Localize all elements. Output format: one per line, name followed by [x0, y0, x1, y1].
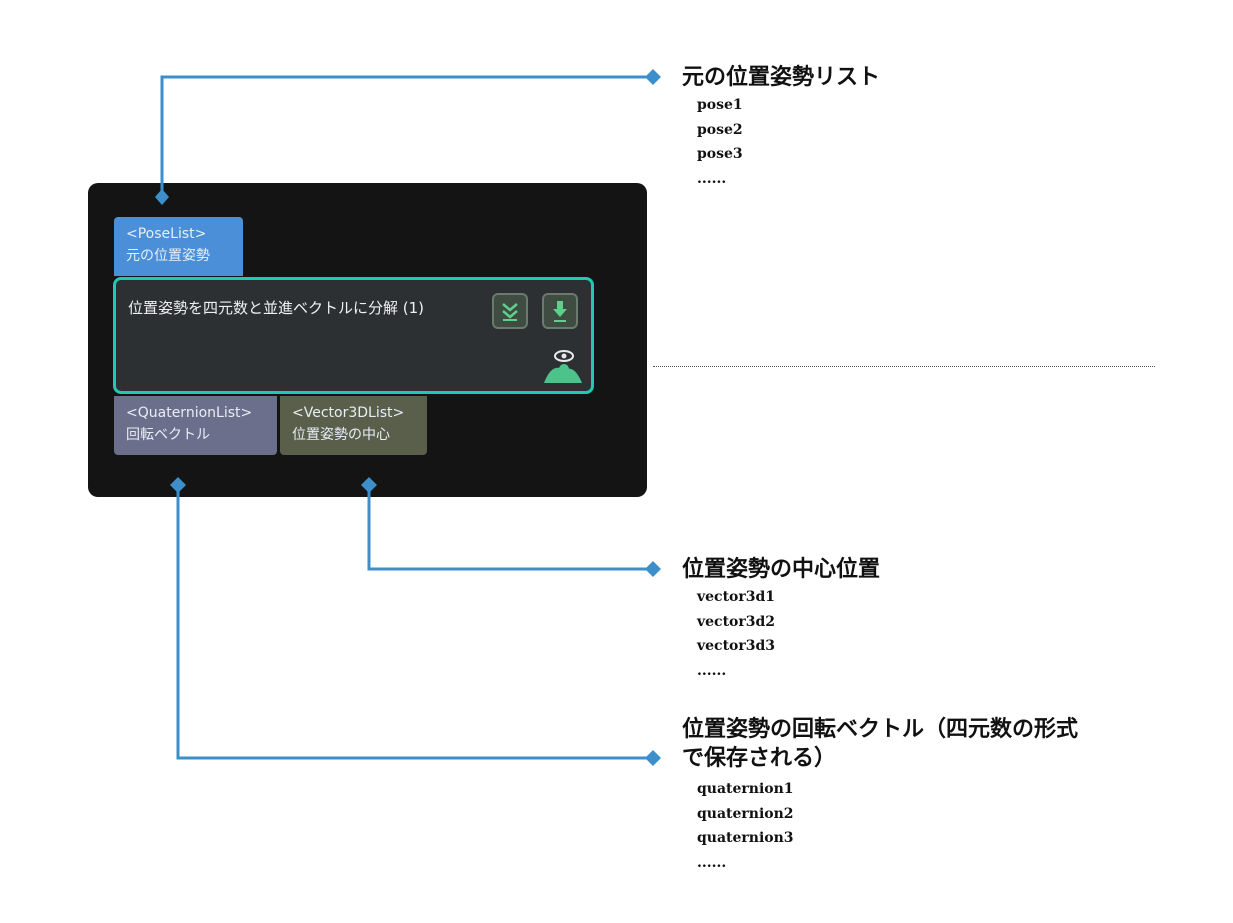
list-item: ......	[697, 170, 727, 187]
annotation-list-quaternion: quaternion1 quaternion2 quaternion3 ....…	[697, 777, 794, 875]
connector-end-diamond	[645, 69, 661, 85]
annotation-heading-quaternion: 位置姿勢の回転ベクトル（四元数の形式 で保存される）	[682, 715, 1078, 773]
list-item: quaternion2	[697, 805, 794, 822]
connector-end-diamond	[645, 750, 661, 766]
annotation-heading-vector: 位置姿勢の中心位置	[682, 557, 881, 582]
heading-line: 位置姿勢の回転ベクトル（四元数の形式	[682, 717, 1079, 742]
heading-line: で保存される）	[682, 746, 837, 771]
connector-quaternion	[176, 485, 653, 760]
annotation-heading-input: 元の位置姿勢リスト	[682, 65, 881, 90]
list-item: pose2	[697, 121, 743, 138]
list-item: ......	[697, 662, 727, 679]
list-item: vector3d3	[697, 638, 776, 654]
connector-end-diamond	[170, 477, 186, 493]
annotation-list-vector: vector3d1 vector3d2 vector3d3 ......	[697, 585, 775, 683]
connector-end-diamond	[155, 189, 169, 205]
list-item: pose1	[697, 97, 743, 113]
divider	[653, 366, 1155, 367]
list-item: quaternion1	[697, 781, 794, 797]
list-item: quaternion3	[697, 830, 794, 846]
list-item: vector3d1	[697, 589, 776, 605]
list-item: vector3d2	[697, 613, 776, 630]
connector-end-diamond	[645, 561, 661, 577]
connector-end-diamond	[361, 477, 377, 493]
list-item: ......	[697, 854, 727, 871]
list-item: pose3	[697, 146, 743, 162]
connector-lines	[155, 69, 661, 766]
connector-vector	[367, 485, 653, 571]
annotation-list-input: pose1 pose2 pose3 ......	[697, 93, 743, 191]
connector-input	[160, 75, 653, 197]
